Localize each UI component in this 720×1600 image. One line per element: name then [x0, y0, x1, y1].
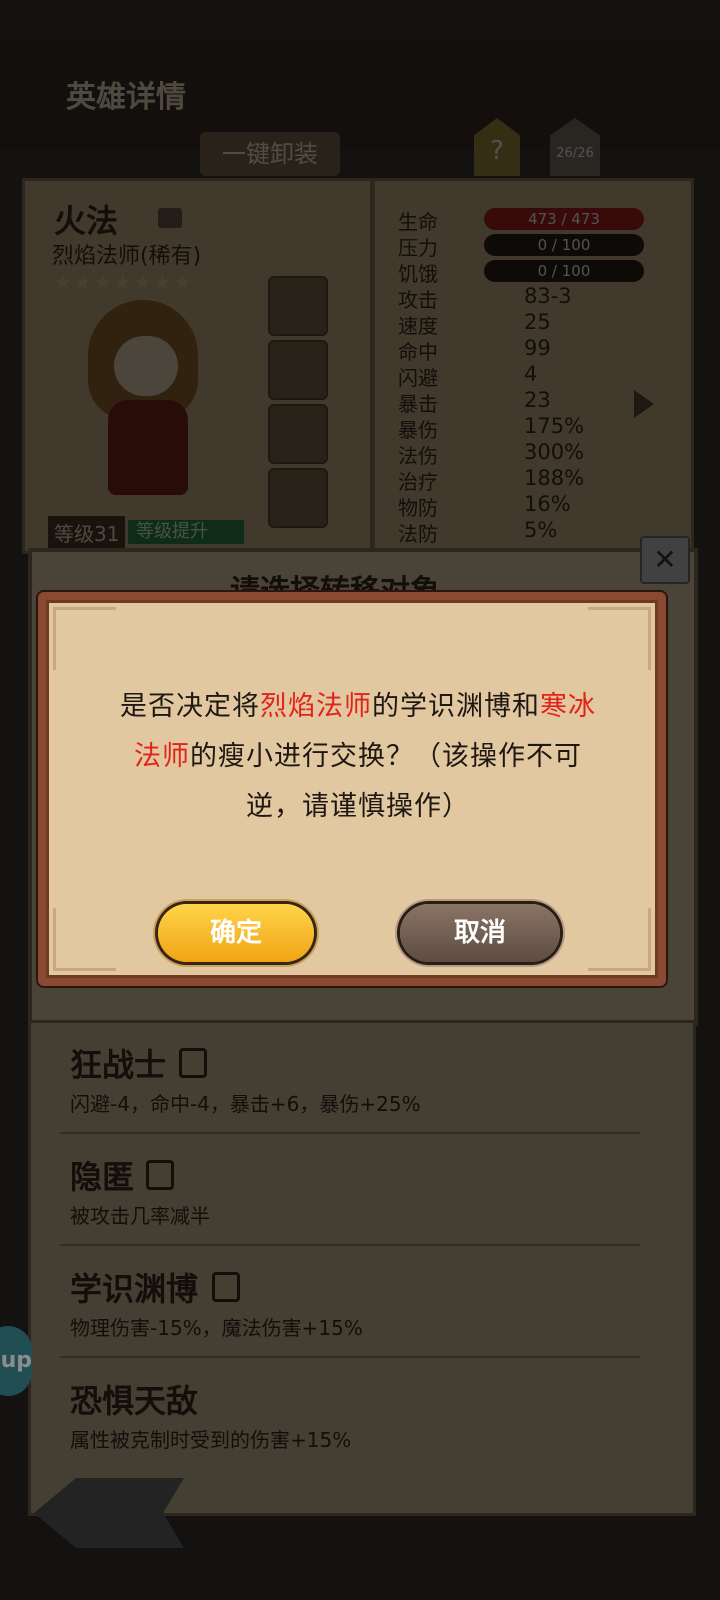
- stat-label: 饥饿: [398, 262, 438, 286]
- trait-divider: [60, 1356, 640, 1358]
- stat-label: 法伤: [398, 444, 438, 468]
- floating-assist-button[interactable]: up: [0, 1326, 32, 1396]
- stat-value: 23: [524, 388, 551, 412]
- corner-ornament: [53, 908, 116, 971]
- rename-icon[interactable]: [158, 208, 182, 228]
- stat-value: 16%: [524, 492, 571, 516]
- message-part: 的学识渊博和: [372, 691, 540, 722]
- stat-label: 物防: [398, 496, 438, 520]
- equipment-slot-accessory[interactable]: [268, 404, 328, 464]
- confirm-button[interactable]: 确定: [158, 904, 314, 962]
- stat-label: 闪避: [398, 366, 438, 390]
- trait-description: 被攻击几率减半: [70, 1204, 210, 1228]
- stat-value: 175%: [524, 414, 585, 438]
- hero-portrait: [80, 300, 220, 505]
- unequip-all-button[interactable]: 一键卸装: [200, 132, 340, 176]
- message-part: 是否决定将: [120, 691, 260, 722]
- hero-level: 等级31: [48, 516, 126, 549]
- stat-label: 速度: [398, 314, 438, 338]
- stat-value: 300%: [524, 440, 585, 464]
- stat-label: 暴击: [398, 392, 438, 416]
- equipment-slot-item[interactable]: [268, 468, 328, 528]
- stat-label: 暴伤: [398, 418, 438, 442]
- dialog-message: 是否决定将烈焰法师的学识渊博和寒冰法师的瘦小进行交换？（该操作不可逆，请谨慎操作…: [110, 682, 606, 832]
- page-title: 英雄详情: [66, 80, 186, 115]
- stat-label: 生命: [398, 210, 438, 234]
- stat-value: 188%: [524, 466, 585, 490]
- trait-name[interactable]: 隐匿: [70, 1152, 134, 1198]
- equipment-slot-weapon[interactable]: [268, 276, 328, 336]
- lock-icon: [146, 1160, 174, 1190]
- corner-ornament: [53, 607, 116, 670]
- stat-label: 命中: [398, 340, 438, 364]
- hero-a-name: 烈焰法师: [260, 691, 372, 722]
- hero-class: 烈焰法师(稀有): [52, 244, 202, 269]
- corner-ornament: [588, 908, 651, 971]
- stat-label: 攻击: [398, 288, 438, 312]
- trait-description: 闪避-4，命中-4，暴击+6，暴伤+25%: [70, 1092, 421, 1116]
- level-up-badge[interactable]: 等级提升: [128, 520, 244, 544]
- trait-divider: [60, 1132, 640, 1134]
- stat-label: 压力: [398, 236, 438, 260]
- stat-label: 治疗: [398, 470, 438, 494]
- lock-icon: [179, 1048, 207, 1078]
- stat-label: 法防: [398, 522, 438, 546]
- stat-value: 99: [524, 336, 551, 360]
- stat-value: 4: [524, 362, 538, 386]
- cancel-button[interactable]: 取消: [400, 904, 560, 962]
- star-rating: ★★★★★★★: [54, 270, 194, 294]
- message-part: 的瘦小进行交换？（该操作不可逆，请谨慎操作）: [190, 741, 582, 822]
- lock-icon: [212, 1272, 240, 1302]
- stat-value: 0 / 100: [484, 234, 644, 256]
- hero-name: 火法: [54, 202, 119, 240]
- next-arrow-icon[interactable]: [634, 390, 654, 418]
- stat-value: 0 / 100: [484, 260, 644, 282]
- equipment-slot-armor[interactable]: [268, 340, 328, 400]
- trait-name[interactable]: 学识渊博: [70, 1264, 198, 1310]
- confirm-swap-dialog: 是否决定将烈焰法师的学识渊博和寒冰法师的瘦小进行交换？（该操作不可逆，请谨慎操作…: [38, 592, 666, 986]
- trait-description: 属性被克制时受到的伤害+15%: [70, 1428, 352, 1452]
- trait-name[interactable]: 狂战士: [70, 1040, 166, 1086]
- stat-value: 473 / 473: [484, 208, 644, 230]
- stat-value: 5%: [524, 518, 558, 542]
- game-screen: 英雄详情 一键卸装 ? 26/26 火法 烈焰法师(稀有) ★★★★★★★ 等级…: [0, 0, 720, 1600]
- trait-divider: [60, 1244, 640, 1246]
- stat-value: 25: [524, 310, 551, 334]
- corner-ornament: [588, 607, 651, 670]
- trait-description: 物理伤害-15%，魔法伤害+15%: [70, 1316, 363, 1340]
- close-icon[interactable]: ✕: [640, 536, 690, 584]
- trait-name[interactable]: 恐惧天敌: [70, 1376, 198, 1422]
- stat-value: 83-3: [524, 284, 572, 308]
